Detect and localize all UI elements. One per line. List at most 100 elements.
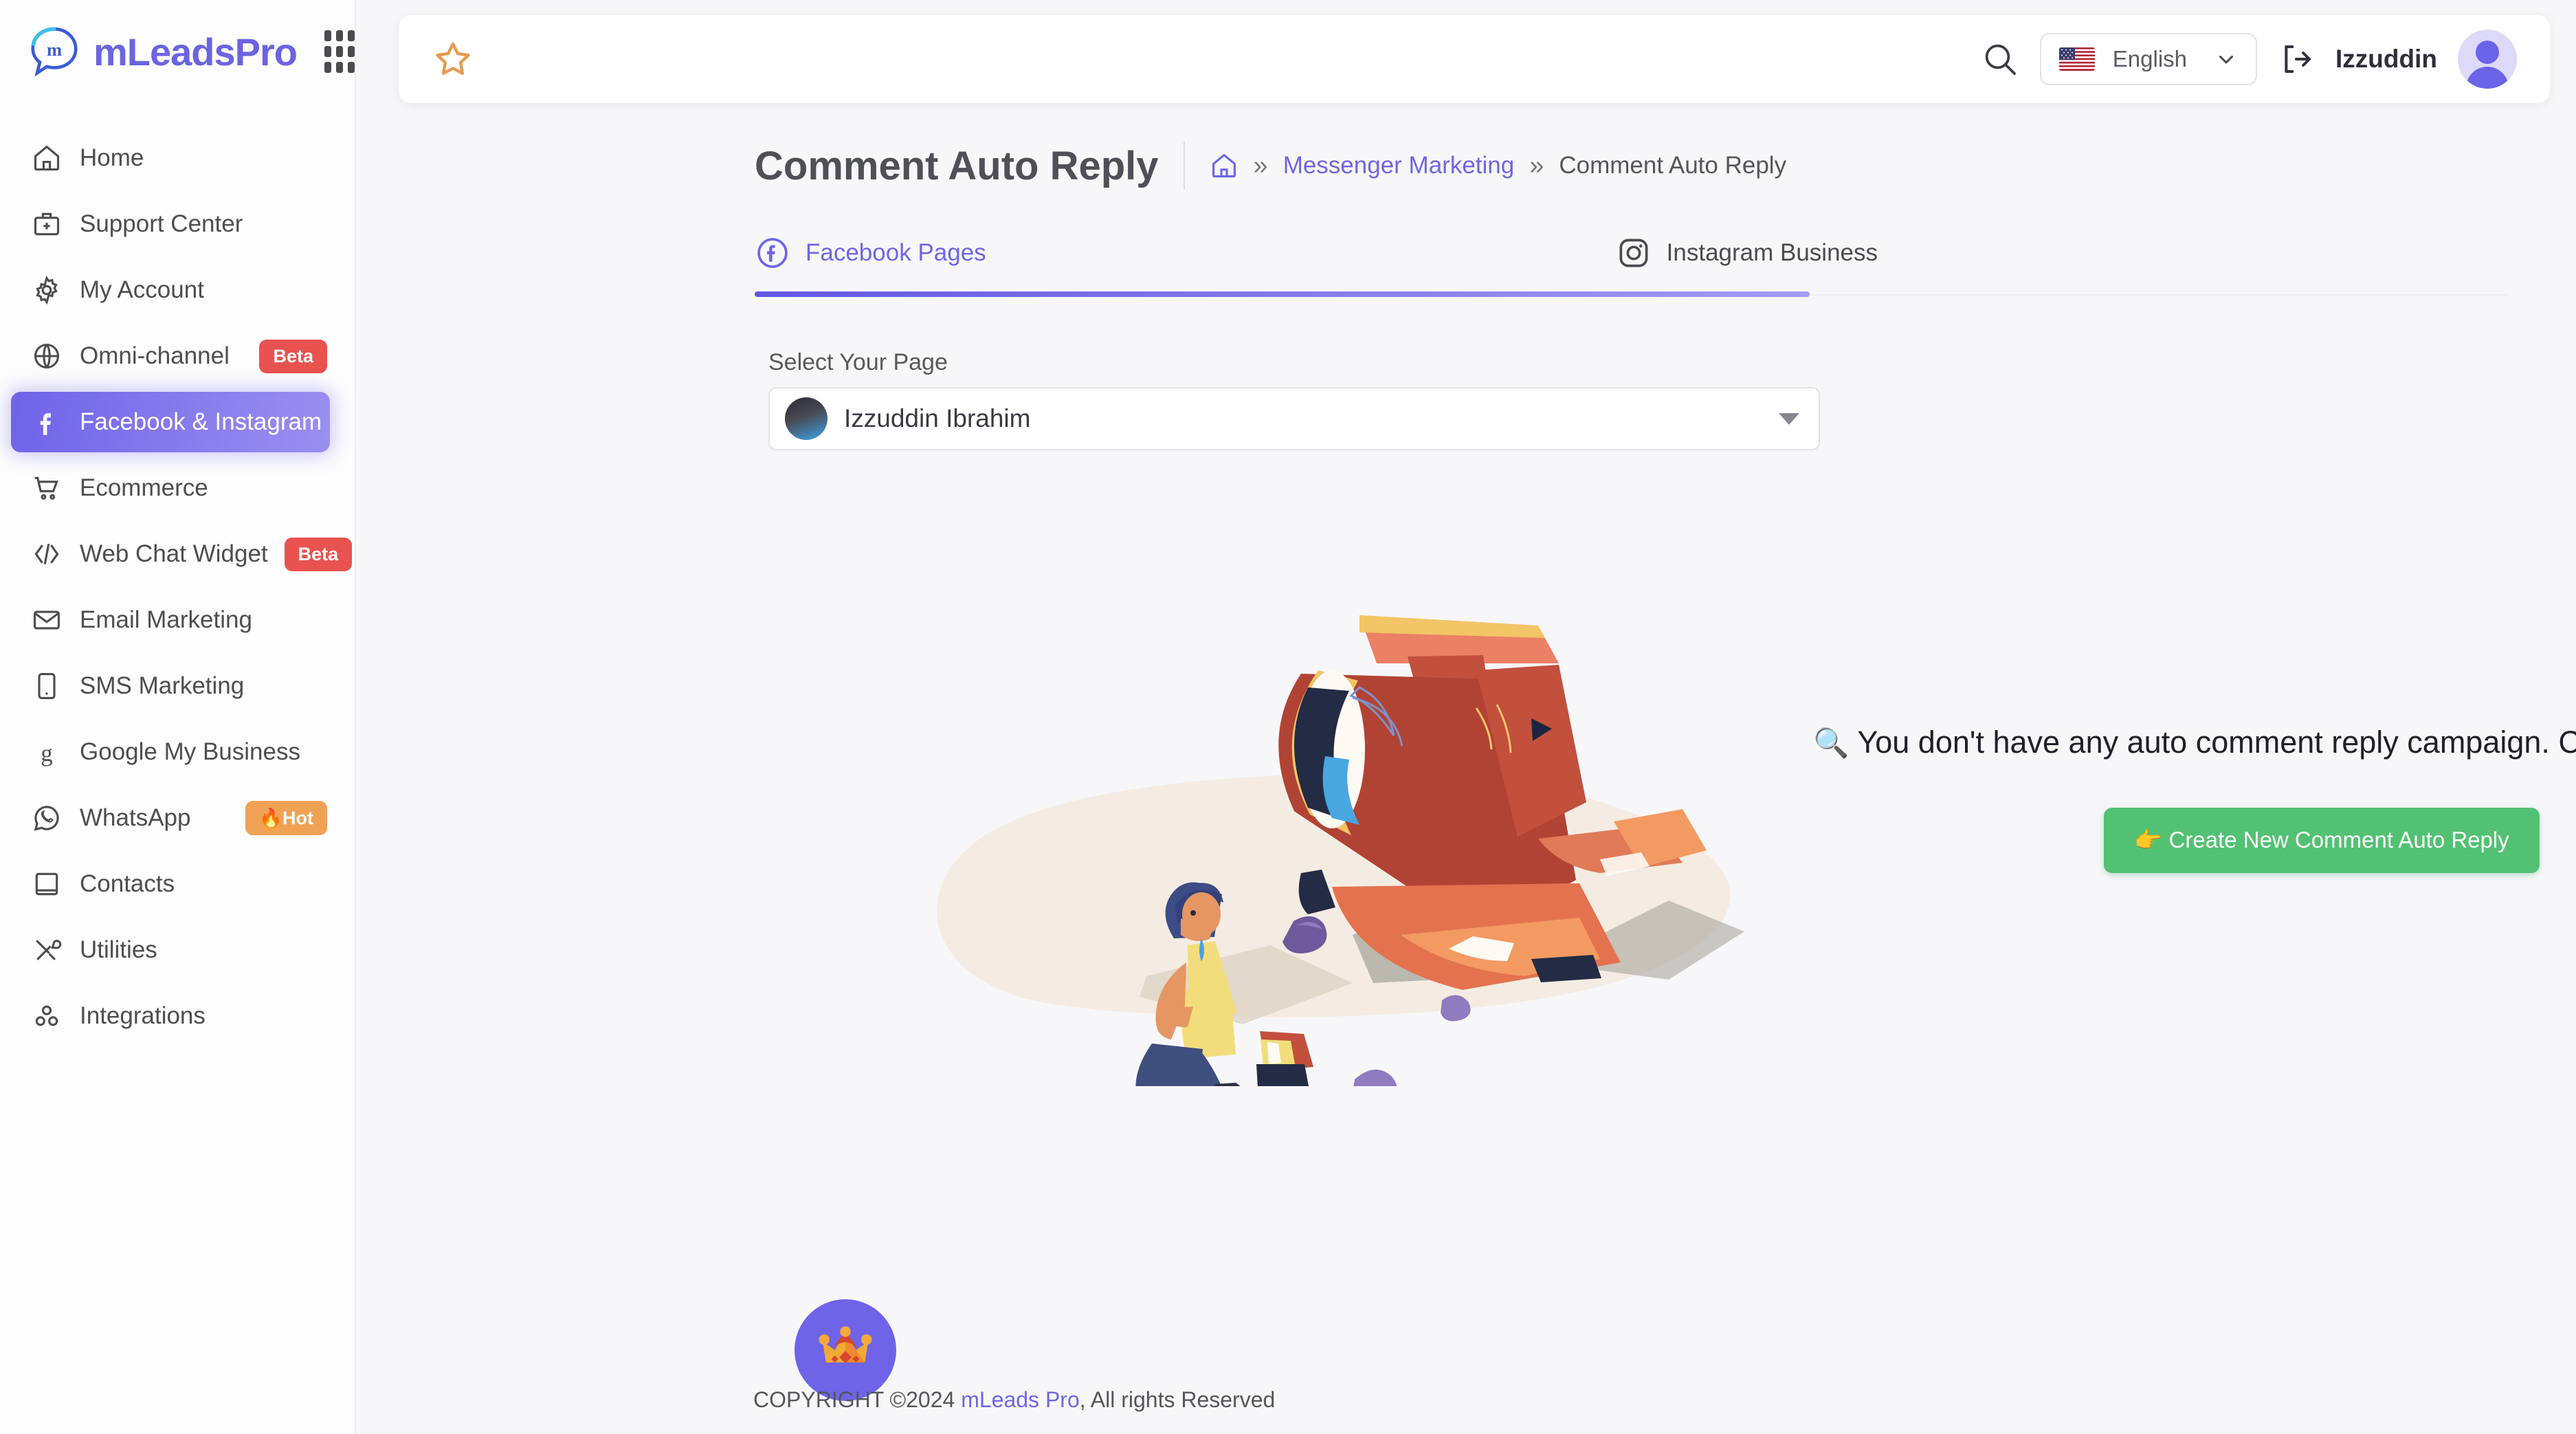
sidebar-item-sms-marketing[interactable]: SMS Marketing bbox=[11, 656, 330, 716]
sidebar-item-label: Integrations bbox=[80, 1002, 206, 1029]
gear-icon bbox=[30, 274, 63, 307]
shopping-cart-icon bbox=[30, 472, 63, 505]
language-label: English bbox=[2112, 46, 2188, 71]
facebook-icon bbox=[30, 406, 63, 439]
code-icon bbox=[30, 538, 63, 571]
integrations-gears-icon bbox=[30, 1000, 63, 1033]
sidebar-item-label: My Account bbox=[80, 276, 204, 303]
sidebar-item-home[interactable]: Home bbox=[11, 128, 330, 188]
sidebar-item-label: Email Marketing bbox=[80, 606, 252, 633]
sidebar-item-google-my-business[interactable]: g Google My Business bbox=[11, 722, 330, 782]
footer-prefix: COPYRIGHT ©2024 bbox=[753, 1387, 962, 1412]
sidebar-item-omni-channel[interactable]: Omni-channel Beta bbox=[11, 326, 330, 386]
empty-state: 🔍 You don't have any auto comment reply … bbox=[1786, 722, 2576, 874]
sidebar-item-web-chat-widget[interactable]: Web Chat Widget Beta bbox=[11, 524, 353, 584]
select-your-page: Select Your Page Izzuddin Ibrahim bbox=[768, 349, 1820, 450]
breadcrumb-separator: » bbox=[1529, 151, 1544, 180]
crown-icon bbox=[819, 1326, 872, 1364]
sidebar-item-label: Contacts bbox=[80, 870, 175, 897]
footer: COPYRIGHT ©2024 mLeads Pro, All rights R… bbox=[753, 1387, 1275, 1413]
sidebar: m mLeadsPro Home Support Center My Accou… bbox=[0, 0, 356, 1434]
page-avatar bbox=[785, 397, 828, 440]
sidebar-item-my-account[interactable]: My Account bbox=[11, 260, 330, 320]
sidebar-item-contacts[interactable]: Contacts bbox=[11, 854, 330, 914]
sidebar-item-utilities[interactable]: Utilities bbox=[11, 920, 330, 980]
instagram-icon bbox=[1619, 239, 1648, 267]
breadcrumb-link[interactable]: Messenger Marketing bbox=[1283, 152, 1515, 179]
facebook-circle-icon bbox=[757, 238, 788, 268]
user-name[interactable]: Izzuddin bbox=[2335, 45, 2437, 74]
sidebar-item-label: WhatsApp bbox=[80, 804, 191, 831]
status-badge: Beta bbox=[259, 339, 327, 373]
sidebar-item-facebook-instagram[interactable]: Facebook & Instagram bbox=[11, 392, 330, 452]
tab-instagram-business[interactable]: Instagram Business bbox=[1616, 235, 1878, 271]
sidebar-item-ecommerce[interactable]: Ecommerce bbox=[11, 458, 330, 518]
page-select-input[interactable]: Izzuddin Ibrahim bbox=[768, 387, 1820, 450]
empty-state-text: You don't have any auto comment reply ca… bbox=[1857, 725, 2576, 760]
us-flag-icon bbox=[2058, 47, 2095, 71]
home-icon[interactable] bbox=[1210, 151, 1239, 180]
sidebar-item-label: Utilities bbox=[80, 936, 157, 963]
sidebar-item-label: Web Chat Widget bbox=[80, 540, 268, 567]
google-icon: g bbox=[30, 736, 63, 769]
status-badge: Beta bbox=[284, 537, 353, 571]
breadcrumb-separator: » bbox=[1253, 151, 1268, 180]
svg-text:m: m bbox=[47, 39, 62, 60]
mleadspro-logo-icon: m bbox=[31, 27, 78, 77]
tab-label: Instagram Business bbox=[1666, 239, 1878, 266]
search-icon[interactable] bbox=[1981, 40, 2019, 78]
page-select-value: Izzuddin Ibrahim bbox=[844, 404, 1031, 432]
tabs: Facebook Pages Instagram Business bbox=[755, 220, 2507, 297]
breadcrumb: » Messenger Marketing » Comment Auto Rep… bbox=[1210, 151, 1787, 181]
sidebar-item-label: Support Center bbox=[80, 210, 243, 237]
sidebar-item-support-center[interactable]: Support Center bbox=[11, 194, 330, 254]
main-content: English Izzuddin Comment Auto Reply » Me… bbox=[356, 0, 2576, 1434]
sidebar-nav: Home Support Center My Account Omni-chan… bbox=[0, 128, 355, 1046]
globe-icon bbox=[30, 340, 63, 373]
sidebar-item-label: Omni-channel bbox=[80, 342, 230, 369]
tools-icon bbox=[30, 934, 63, 967]
tabbar: Facebook Pages Instagram Business bbox=[755, 220, 2507, 286]
status-badge: 🔥Hot bbox=[245, 801, 327, 835]
mobile-icon bbox=[30, 670, 63, 703]
tab-facebook-pages[interactable]: Facebook Pages bbox=[755, 235, 986, 271]
sidebar-item-label: Google My Business bbox=[80, 738, 300, 765]
logout-icon[interactable] bbox=[2278, 41, 2315, 78]
chevron-down-icon bbox=[2219, 55, 2234, 64]
home-icon bbox=[30, 142, 63, 175]
star-outline-icon[interactable] bbox=[432, 38, 474, 80]
tab-active-underline bbox=[755, 291, 1810, 297]
select-page-label: Select Your Page bbox=[768, 349, 948, 375]
sidebar-item-integrations[interactable]: Integrations bbox=[11, 986, 330, 1046]
envelope-icon bbox=[30, 604, 63, 637]
page-head: Comment Auto Reply » Messenger Marketing… bbox=[755, 142, 1786, 190]
sidebar-item-label: Ecommerce bbox=[80, 474, 208, 501]
brand[interactable]: m mLeadsPro bbox=[0, 0, 355, 103]
brand-name: mLeadsPro bbox=[93, 30, 298, 74]
empty-state-message: 🔍 You don't have any auto comment reply … bbox=[1786, 722, 2576, 762]
apps-grid-icon[interactable] bbox=[324, 30, 355, 73]
tab-label: Facebook Pages bbox=[806, 239, 986, 266]
sidebar-item-label: Facebook & Instagram bbox=[80, 408, 322, 435]
magnifier-icon: 🔍 bbox=[1813, 727, 1850, 759]
sidebar-item-email-marketing[interactable]: Email Marketing bbox=[11, 590, 330, 650]
svg-text:g: g bbox=[41, 740, 52, 766]
sidebar-item-whatsapp[interactable]: WhatsApp 🔥Hot bbox=[11, 788, 330, 848]
caret-down-icon bbox=[1779, 412, 1799, 425]
crashed-airplane-illustration bbox=[937, 615, 1744, 1086]
footer-link[interactable]: mLeads Pro bbox=[961, 1387, 1080, 1412]
footer-suffix: , All rights Reserved bbox=[1079, 1387, 1276, 1412]
language-select[interactable]: English bbox=[2039, 33, 2258, 85]
sidebar-item-label: Home bbox=[80, 144, 144, 171]
avatar[interactable] bbox=[2458, 30, 2517, 89]
briefcase-plus-icon bbox=[30, 208, 63, 241]
divider bbox=[1183, 142, 1185, 190]
create-new-comment-auto-reply-button[interactable]: 👉 Create New Comment Auto Reply bbox=[2104, 808, 2540, 874]
page-title: Comment Auto Reply bbox=[755, 143, 1159, 188]
whatsapp-icon bbox=[30, 802, 63, 835]
topbar: English Izzuddin bbox=[399, 15, 2550, 103]
sidebar-item-label: SMS Marketing bbox=[80, 672, 245, 699]
breadcrumb-current: Comment Auto Reply bbox=[1559, 152, 1787, 179]
topbar-right: English Izzuddin bbox=[1981, 30, 2517, 89]
crown-upgrade-button[interactable] bbox=[795, 1299, 896, 1401]
